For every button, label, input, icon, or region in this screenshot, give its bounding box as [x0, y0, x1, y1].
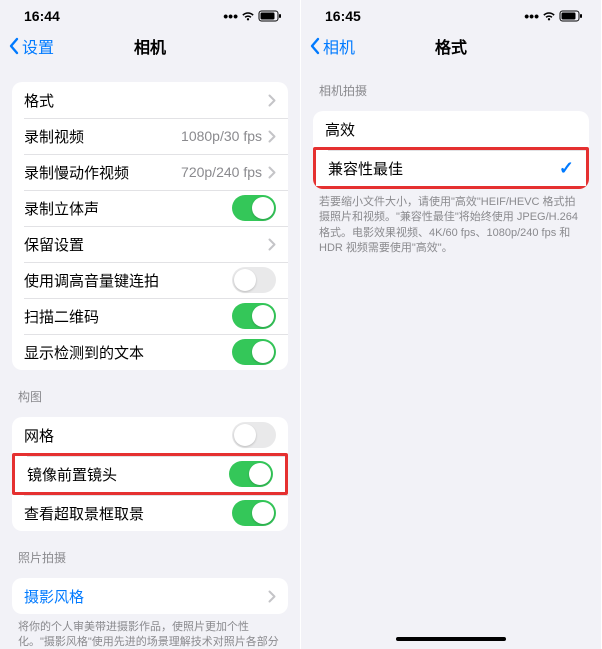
dots-icon: ••• [223, 8, 238, 24]
row-label: 扫描二维码 [24, 306, 232, 327]
chevron-right-icon [268, 94, 276, 107]
format-options-group: 高效兼容性最佳✓ [313, 111, 589, 189]
dots-icon: ••• [524, 8, 539, 24]
wifi-icon [240, 10, 256, 22]
section-header-photo-capture: 照片拍摄 [12, 531, 288, 572]
chevron-left-icon [309, 37, 321, 55]
chevron-left-icon [8, 37, 20, 55]
row-label: 保留设置 [24, 234, 268, 255]
row-label: 摄影风格 [24, 586, 268, 607]
toggle-switch[interactable] [229, 461, 273, 487]
row-label: 录制立体声 [24, 198, 232, 219]
toggle-switch[interactable] [232, 339, 276, 365]
main-row-5[interactable]: 使用调高音量键连拍 [12, 262, 288, 298]
row-label: 录制视频 [24, 126, 181, 147]
main-row-4[interactable]: 保留设置 [12, 226, 288, 262]
checkmark-icon: ✓ [559, 158, 574, 179]
toggle-switch[interactable] [232, 195, 276, 221]
battery-icon [258, 10, 282, 22]
nav-bar: 设置 相机 [0, 28, 300, 64]
section-header-camera-capture: 相机拍摄 [313, 64, 589, 105]
row-detail: 720p/240 fps [181, 164, 262, 180]
main-row-0[interactable]: 格式 [12, 82, 288, 118]
wifi-icon [541, 10, 557, 22]
chevron-right-icon [268, 238, 276, 251]
content: 格式录制视频1080p/30 fps录制慢动作视频720p/240 fps录制立… [0, 82, 300, 649]
section-footer-photo-capture: 将你的个人审美带进摄影作品，使照片更加个性化。"摄影风格"使用先进的场景理解技术… [12, 614, 288, 649]
main-row-3[interactable]: 录制立体声 [12, 190, 288, 226]
nav-bar: 相机 格式 [301, 28, 601, 64]
format-option-0[interactable]: 高效 [313, 111, 589, 147]
home-indicator[interactable] [396, 637, 506, 641]
content: 相机拍摄 高效兼容性最佳✓ 若要缩小文件大小，请使用"高效"HEIF/HEVC … [301, 64, 601, 257]
main-row-7[interactable]: 显示检测到的文本 [12, 334, 288, 370]
camera-settings-screen: 16:44 ••• 设置 相机 格式录制视频1080p/30 fps录制慢动作视… [0, 0, 301, 649]
composition-row-0[interactable]: 网格 [12, 417, 288, 453]
row-label: 显示检测到的文本 [24, 342, 232, 363]
settings-group-composition: 网格镜像前置镜头查看超取景框取景 [12, 417, 288, 531]
row-label: 录制慢动作视频 [24, 162, 181, 183]
row-detail: 1080p/30 fps [181, 128, 262, 144]
row-label: 格式 [24, 90, 268, 111]
toggle-switch[interactable] [232, 303, 276, 329]
toggle-switch[interactable] [232, 267, 276, 293]
chevron-right-icon [268, 590, 276, 603]
status-time: 16:44 [24, 8, 60, 24]
main-row-6[interactable]: 扫描二维码 [12, 298, 288, 334]
section-header-composition: 构图 [12, 370, 288, 411]
section-footer-formats: 若要缩小文件大小，请使用"高效"HEIF/HEVC 格式拍摄照片和视频。"兼容性… [313, 189, 589, 257]
photo-row-0[interactable]: 摄影风格 [12, 578, 288, 614]
main-row-2[interactable]: 录制慢动作视频720p/240 fps [12, 154, 288, 190]
formats-screen: 16:45 ••• 相机 格式 相机拍摄 高效兼容性最佳✓ 若要缩小文件大小，请… [301, 0, 602, 649]
battery-icon [559, 10, 583, 22]
composition-row-1[interactable]: 镜像前置镜头 [12, 453, 288, 495]
chevron-right-icon [268, 166, 276, 179]
row-label: 镜像前置镜头 [27, 464, 229, 485]
back-button[interactable]: 设置 [8, 34, 54, 58]
back-label: 相机 [323, 34, 355, 58]
chevron-right-icon [268, 130, 276, 143]
format-option-1[interactable]: 兼容性最佳✓ [313, 147, 589, 189]
row-label: 网格 [24, 425, 232, 446]
row-label: 高效 [325, 119, 577, 140]
status-time: 16:45 [325, 8, 361, 24]
settings-group-main: 格式录制视频1080p/30 fps录制慢动作视频720p/240 fps录制立… [12, 82, 288, 370]
settings-group-photo-capture: 摄影风格 [12, 578, 288, 614]
back-label: 设置 [22, 34, 54, 58]
composition-row-2[interactable]: 查看超取景框取景 [12, 495, 288, 531]
status-icons: ••• [223, 8, 282, 24]
status-bar: 16:44 ••• [0, 0, 300, 28]
status-bar: 16:45 ••• [301, 0, 601, 28]
row-label: 查看超取景框取景 [24, 503, 232, 524]
main-row-1[interactable]: 录制视频1080p/30 fps [12, 118, 288, 154]
toggle-switch[interactable] [232, 422, 276, 448]
toggle-switch[interactable] [232, 500, 276, 526]
row-label: 兼容性最佳 [328, 158, 559, 179]
row-label: 使用调高音量键连拍 [24, 270, 232, 291]
back-button[interactable]: 相机 [309, 34, 355, 58]
status-icons: ••• [524, 8, 583, 24]
